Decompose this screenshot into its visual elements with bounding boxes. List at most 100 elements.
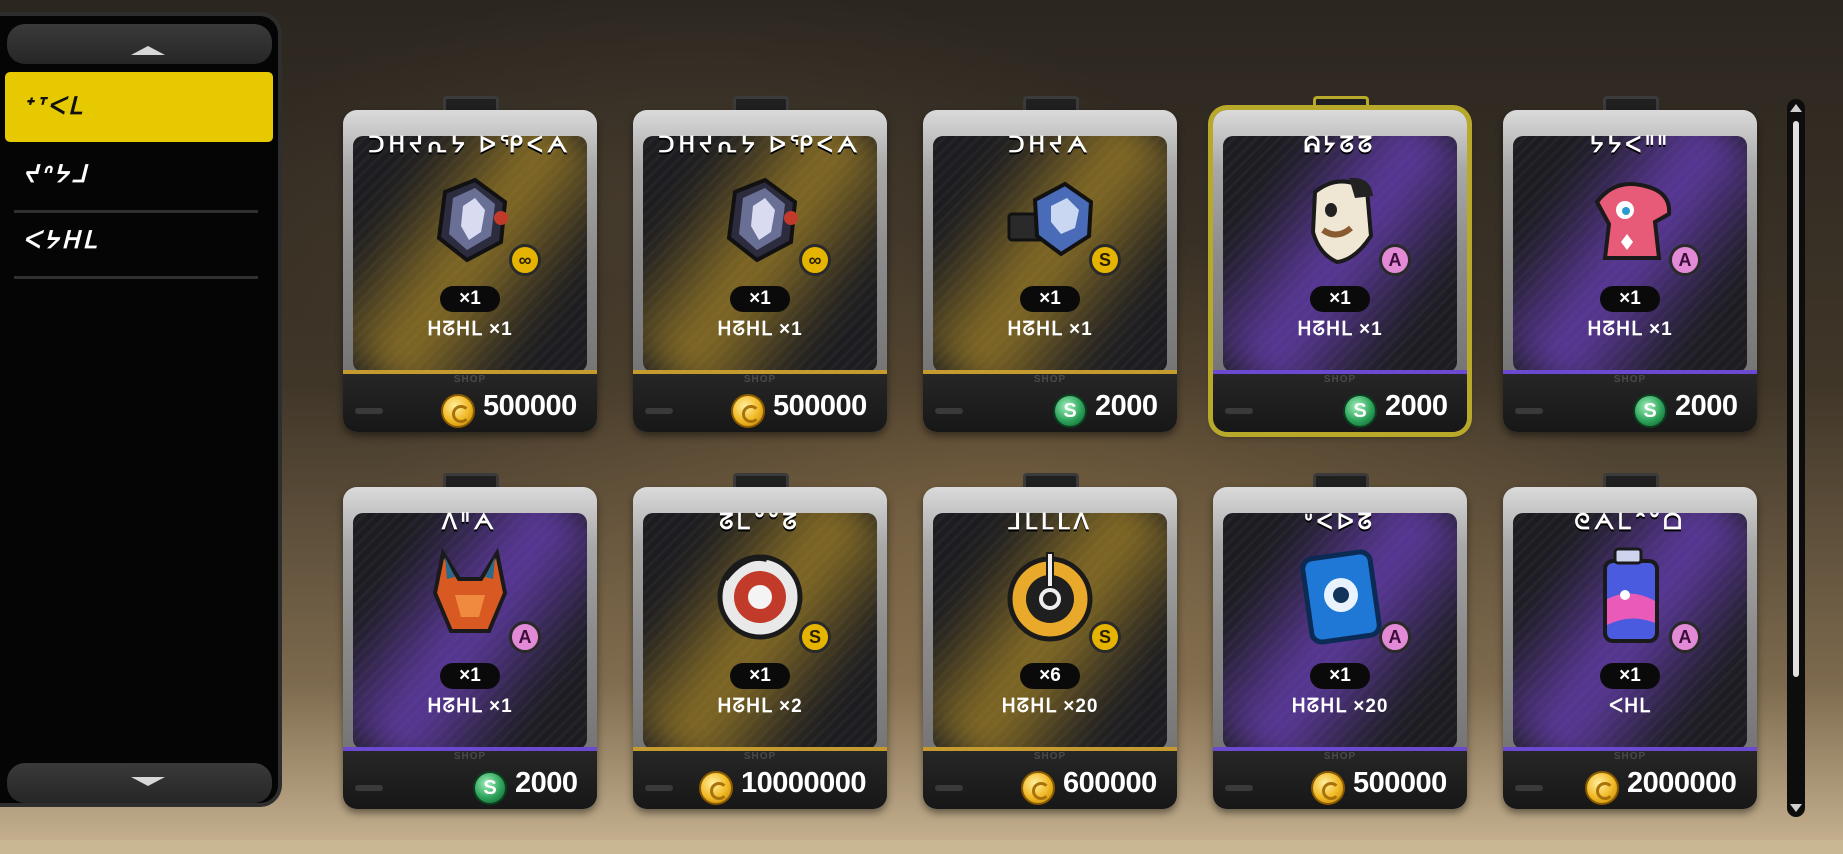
item-price: 2000	[515, 767, 578, 799]
price-bar: SHOP 500000	[633, 370, 887, 432]
purchase-limit: ᕼᘔᕼᒪ ×1	[427, 696, 513, 717]
purchase-limit: ᐸᕼᒪ	[1609, 696, 1651, 717]
item-quantity: ×1	[1310, 663, 1370, 689]
purchase-limit: ᕼᘔᕼᒪ ×1	[1587, 319, 1673, 340]
card-corner-mark	[935, 408, 963, 414]
item-price: 2000	[1675, 390, 1738, 422]
rarity-badge: S	[1089, 244, 1121, 276]
shop-label: SHOP	[1323, 374, 1357, 385]
shop-item-card[interactable]: ᕱᔭᘔᘔ A ×1 ᕼᘔᕼᒪ ×1 SHOP 2000	[1213, 96, 1467, 432]
item-price: 10000000	[741, 767, 867, 799]
item-price: 2000	[1385, 390, 1448, 422]
purchase-limit: ᕼᘔᕼᒪ ×1	[1007, 319, 1093, 340]
item-quantity: ×6	[1020, 663, 1080, 689]
shop-item-card[interactable]: ᑐᕼᔪᕆᔭ ᐅᕿᐸᗅ ∞ ×1 ᕼᘔᕼᒪ ×1 SHOP 500000	[633, 96, 887, 432]
item-price: 500000	[1353, 767, 1447, 799]
rarity-badge: A	[1379, 244, 1411, 276]
card-corner-mark	[1515, 408, 1543, 414]
category-item-3[interactable]: ᐸᔭᕼᒪ	[5, 206, 273, 276]
category-item-2[interactable]: ᔪᐢᔭᒧ	[5, 140, 273, 210]
scroll-down-arrow-icon[interactable]	[1790, 804, 1802, 812]
card-corner-mark	[1225, 785, 1253, 791]
category-divider	[14, 276, 258, 279]
scroll-up-arrow-icon[interactable]	[1790, 104, 1802, 112]
category-sidebar: ᐩᐪᐸᒪ ᔪᐢᔭᒧ ᐸᔭᕼᒪ	[0, 12, 282, 807]
shop-item-card[interactable]: ᐡᐸᐅᘔ A ×1 ᕼᘔᕼᒪ ×20 SHOP 500000	[1213, 473, 1467, 809]
price-bar: SHOP 2000	[1503, 370, 1757, 432]
item-name: ᘓᗅᒪᐢᐡᗝ	[1574, 509, 1686, 534]
item-name: ᘔᒪᐡᐡᘔ	[719, 509, 801, 534]
category-label: ᐸᔭᕼᒪ	[23, 227, 99, 254]
purchase-limit: ᕼᘔᕼᒪ ×1	[427, 319, 513, 340]
price-bar: SHOP 500000	[1213, 747, 1467, 809]
shop-item-card[interactable]: ᒧᒪᒪᒪᐱ S ×6 ᕼᘔᕼᒪ ×20 SHOP 600000	[923, 473, 1177, 809]
item-name: ᒧᒪᒪᒪᐱ	[1007, 509, 1093, 534]
card-corner-mark	[355, 785, 383, 791]
shop-item-card[interactable]: ᑐᕼᔪᗅ S ×1 ᕼᘔᕼᒪ ×1 SHOP 2000	[923, 96, 1177, 432]
shop-label: SHOP	[1033, 374, 1067, 385]
item-quantity: ×1	[1600, 663, 1660, 689]
shop-scrollbar[interactable]	[1787, 99, 1805, 817]
shop-label: SHOP	[453, 374, 487, 385]
green-gem-icon	[1633, 394, 1667, 428]
gold-coin-icon	[1021, 771, 1055, 805]
shop-item-card[interactable]: ᘔᒪᐡᐡᘔ S ×1 ᕼᘔᕼᒪ ×2 SHOP 10000000	[633, 473, 887, 809]
item-name: ᔭᔭᐸᐦᐦ	[1589, 132, 1671, 157]
card-corner-mark	[1515, 785, 1543, 791]
item-name: ᐡᐸᐅᘔ	[1304, 509, 1376, 534]
item-quantity: ×1	[730, 286, 790, 312]
rarity-badge: A	[1669, 244, 1701, 276]
rarity-badge: ∞	[509, 244, 541, 276]
category-scroll-up-button[interactable]	[7, 24, 272, 64]
price-bar: SHOP 2000000	[1503, 747, 1757, 809]
shop-item-card[interactable]: ᑐᕼᔪᕆᔭ ᐅᕿᐸᗅ ∞ ×1 ᕼᘔᕼᒪ ×1 SHOP 500000	[343, 96, 597, 432]
shop-item-card[interactable]: ᐱᐦᗅ A ×1 ᕼᘔᕼᒪ ×1 SHOP 2000	[343, 473, 597, 809]
rarity-badge: A	[1669, 621, 1701, 653]
green-gem-icon	[1053, 394, 1087, 428]
shop-screen: ᐩᐪᐸᒪ ᔪᐢᔭᒧ ᐸᔭᕼᒪ ᑐᕼᔪᕆᔭ ᐅᕿᐸᗅ ∞ ×1 ᕼᘔᕼᒪ ×1 SHOP 5…	[0, 0, 1843, 854]
rarity-badge: A	[509, 621, 541, 653]
item-quantity: ×1	[1600, 286, 1660, 312]
gold-coin-icon	[731, 394, 765, 428]
shop-label: SHOP	[743, 374, 777, 385]
purchase-limit: ᕼᘔᕼᒪ ×1	[1297, 319, 1383, 340]
card-corner-mark	[355, 408, 383, 414]
purchase-limit: ᕼᘔᕼᒪ ×20	[1001, 696, 1099, 717]
scrollbar-thumb[interactable]	[1793, 121, 1799, 677]
rarity-badge: S	[799, 621, 831, 653]
item-quantity: ×1	[1310, 286, 1370, 312]
gold-coin-icon	[1311, 771, 1345, 805]
gold-coin-icon	[441, 394, 475, 428]
shop-item-card[interactable]: ᔭᔭᐸᐦᐦ A ×1 ᕼᘔᕼᒪ ×1 SHOP 2000	[1503, 96, 1757, 432]
item-name: ᑐᕼᔪᕆᔭ ᐅᕿᐸᗅ	[368, 132, 572, 157]
category-label: ᔪᐢᔭᒧ	[23, 161, 90, 188]
shop-item-card[interactable]: ᘓᗅᒪᐢᐡᗝ A ×1 ᐸᕼᒪ SHOP 2000000	[1503, 473, 1757, 809]
item-quantity: ×1	[440, 286, 500, 312]
card-corner-mark	[1225, 408, 1253, 414]
item-price: 600000	[1063, 767, 1157, 799]
card-corner-mark	[645, 785, 673, 791]
price-bar: SHOP 2000	[343, 747, 597, 809]
card-corner-mark	[935, 785, 963, 791]
item-price: 2000000	[1627, 767, 1737, 799]
shop-label: SHOP	[743, 751, 777, 762]
bottom-strip	[0, 840, 1843, 854]
shop-label: SHOP	[1323, 751, 1357, 762]
price-bar: SHOP 10000000	[633, 747, 887, 809]
item-name: ᑐᕼᔪᕆᔭ ᐅᕿᐸᗅ	[658, 132, 862, 157]
rarity-badge: ∞	[799, 244, 831, 276]
green-gem-icon	[473, 771, 507, 805]
shop-label: SHOP	[1033, 751, 1067, 762]
category-item-1[interactable]: ᐩᐪᐸᒪ	[5, 72, 273, 142]
shop-label: SHOP	[1613, 751, 1647, 762]
purchase-limit: ᕼᘔᕼᒪ ×2	[717, 696, 803, 717]
item-name: ᕱᔭᘔᘔ	[1303, 132, 1377, 157]
item-name: ᐱᐦᗅ	[441, 509, 499, 534]
category-scroll-down-button[interactable]	[7, 763, 272, 803]
item-quantity: ×1	[1020, 286, 1080, 312]
card-corner-mark	[645, 408, 673, 414]
price-bar: SHOP 2000	[1213, 370, 1467, 432]
purchase-limit: ᕼᘔᕼᒪ ×20	[1291, 696, 1389, 717]
purchase-limit: ᕼᘔᕼᒪ ×1	[717, 319, 803, 340]
category-label: ᐩᐪᐸᒪ	[23, 93, 85, 120]
